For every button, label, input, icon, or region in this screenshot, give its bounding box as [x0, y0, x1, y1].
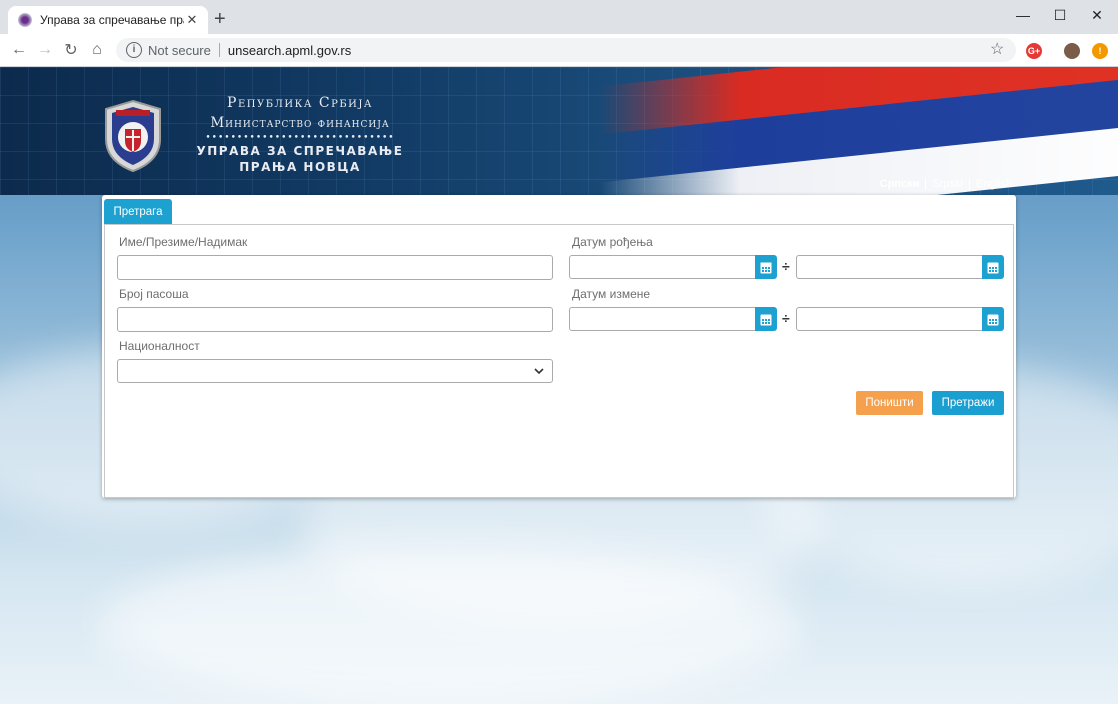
tab-close-icon[interactable]: ✕: [184, 12, 200, 28]
site-header: Република Србија Министарство финансија …: [0, 67, 1118, 195]
language-switcher: Српски Srpski English: [880, 178, 1012, 190]
passport-label: Број пасоша: [119, 287, 189, 301]
name-label: Име/Презиме/Надимак: [119, 235, 248, 249]
bookmark-star-icon[interactable]: ☆: [990, 39, 1004, 59]
calendar-button[interactable]: [982, 255, 1004, 279]
birth-date-to-input[interactable]: [796, 255, 984, 279]
calendar-icon: [987, 262, 999, 273]
police-emblem-icon: [105, 99, 161, 173]
profile-avatar-icon[interactable]: [1064, 43, 1080, 59]
search-form: Име/Презиме/Надимак Број пасоша Национал…: [104, 224, 1014, 498]
tab-title: Управа за спречавање прања н: [40, 13, 184, 27]
cloud-decoration: [100, 547, 800, 704]
info-icon[interactable]: i: [126, 42, 142, 58]
security-status[interactable]: Not secure: [148, 43, 211, 58]
browser-toolbar: ← → ↻ ⌂ i Not secure unsearch.apml.gov.r…: [0, 34, 1118, 67]
birth-date-from-input[interactable]: [569, 255, 757, 279]
birth-date-label: Датум рођења: [572, 235, 653, 249]
language-divider: [925, 178, 927, 190]
search-button[interactable]: Претражи: [932, 391, 1004, 415]
language-latin[interactable]: Srpski: [932, 178, 963, 190]
nationality-label: Националност: [119, 339, 200, 353]
omnibox-divider: [218, 43, 220, 57]
language-english[interactable]: English: [976, 178, 1012, 190]
serbian-flag-decoration: [600, 67, 1118, 195]
title-divider: ••••••••••••••••••••••••••••••: [205, 133, 395, 143]
ministry-title-block: Република Србија Министарство финансија …: [180, 95, 420, 174]
calendar-icon: [760, 314, 772, 325]
chevron-down-icon: [534, 368, 544, 375]
alert-extension-icon[interactable]: !: [1092, 43, 1108, 59]
range-separator: ÷: [782, 310, 790, 326]
reload-icon[interactable]: ↻: [60, 39, 82, 61]
reset-button[interactable]: Поништи: [856, 391, 923, 415]
calendar-icon: [760, 262, 772, 273]
calendar-button[interactable]: [755, 255, 777, 279]
calendar-button[interactable]: [982, 307, 1004, 331]
tab-search[interactable]: Претрага: [104, 199, 172, 225]
agency-title-line2: ПРАЊА НОВЦА: [239, 160, 361, 174]
forward-arrow-icon[interactable]: →: [34, 39, 56, 61]
close-window-button[interactable]: ✕: [1074, 0, 1118, 30]
agency-title-line1: УПРАВА ЗА СПРЕЧАВАЊЕ: [196, 144, 404, 158]
google-plus-extension-icon[interactable]: G+: [1026, 43, 1042, 59]
search-panel: Претрага Име/Презиме/Надимак Број пасоша…: [102, 195, 1016, 498]
url-text[interactable]: unsearch.apml.gov.rs: [228, 43, 351, 58]
language-cyrillic[interactable]: Српски: [880, 178, 920, 190]
page-background: Република Србија Министарство финансија …: [0, 67, 1118, 704]
address-bar[interactable]: i Not secure unsearch.apml.gov.rs: [116, 38, 1016, 62]
site-favicon-icon: [18, 13, 32, 27]
browser-tabbar: Управа за спречавање прања н ✕ + — ☐ ✕: [0, 0, 1118, 34]
calendar-icon: [987, 314, 999, 325]
nationality-select[interactable]: [117, 359, 553, 383]
change-date-label: Датум измене: [572, 287, 651, 301]
change-date-to-input[interactable]: [796, 307, 984, 331]
back-arrow-icon[interactable]: ←: [8, 39, 30, 61]
republic-title: Република Србија: [227, 95, 373, 111]
change-date-from-input[interactable]: [569, 307, 757, 331]
passport-input[interactable]: [117, 307, 553, 332]
range-separator: ÷: [782, 258, 790, 274]
new-tab-button[interactable]: +: [214, 8, 226, 30]
calendar-button[interactable]: [755, 307, 777, 331]
ministry-title: Министарство финансија: [210, 115, 390, 131]
name-input[interactable]: [117, 255, 553, 280]
browser-tab[interactable]: Управа за спречавање прања н ✕: [8, 6, 208, 34]
home-icon[interactable]: ⌂: [86, 39, 108, 61]
language-divider: [968, 178, 970, 190]
